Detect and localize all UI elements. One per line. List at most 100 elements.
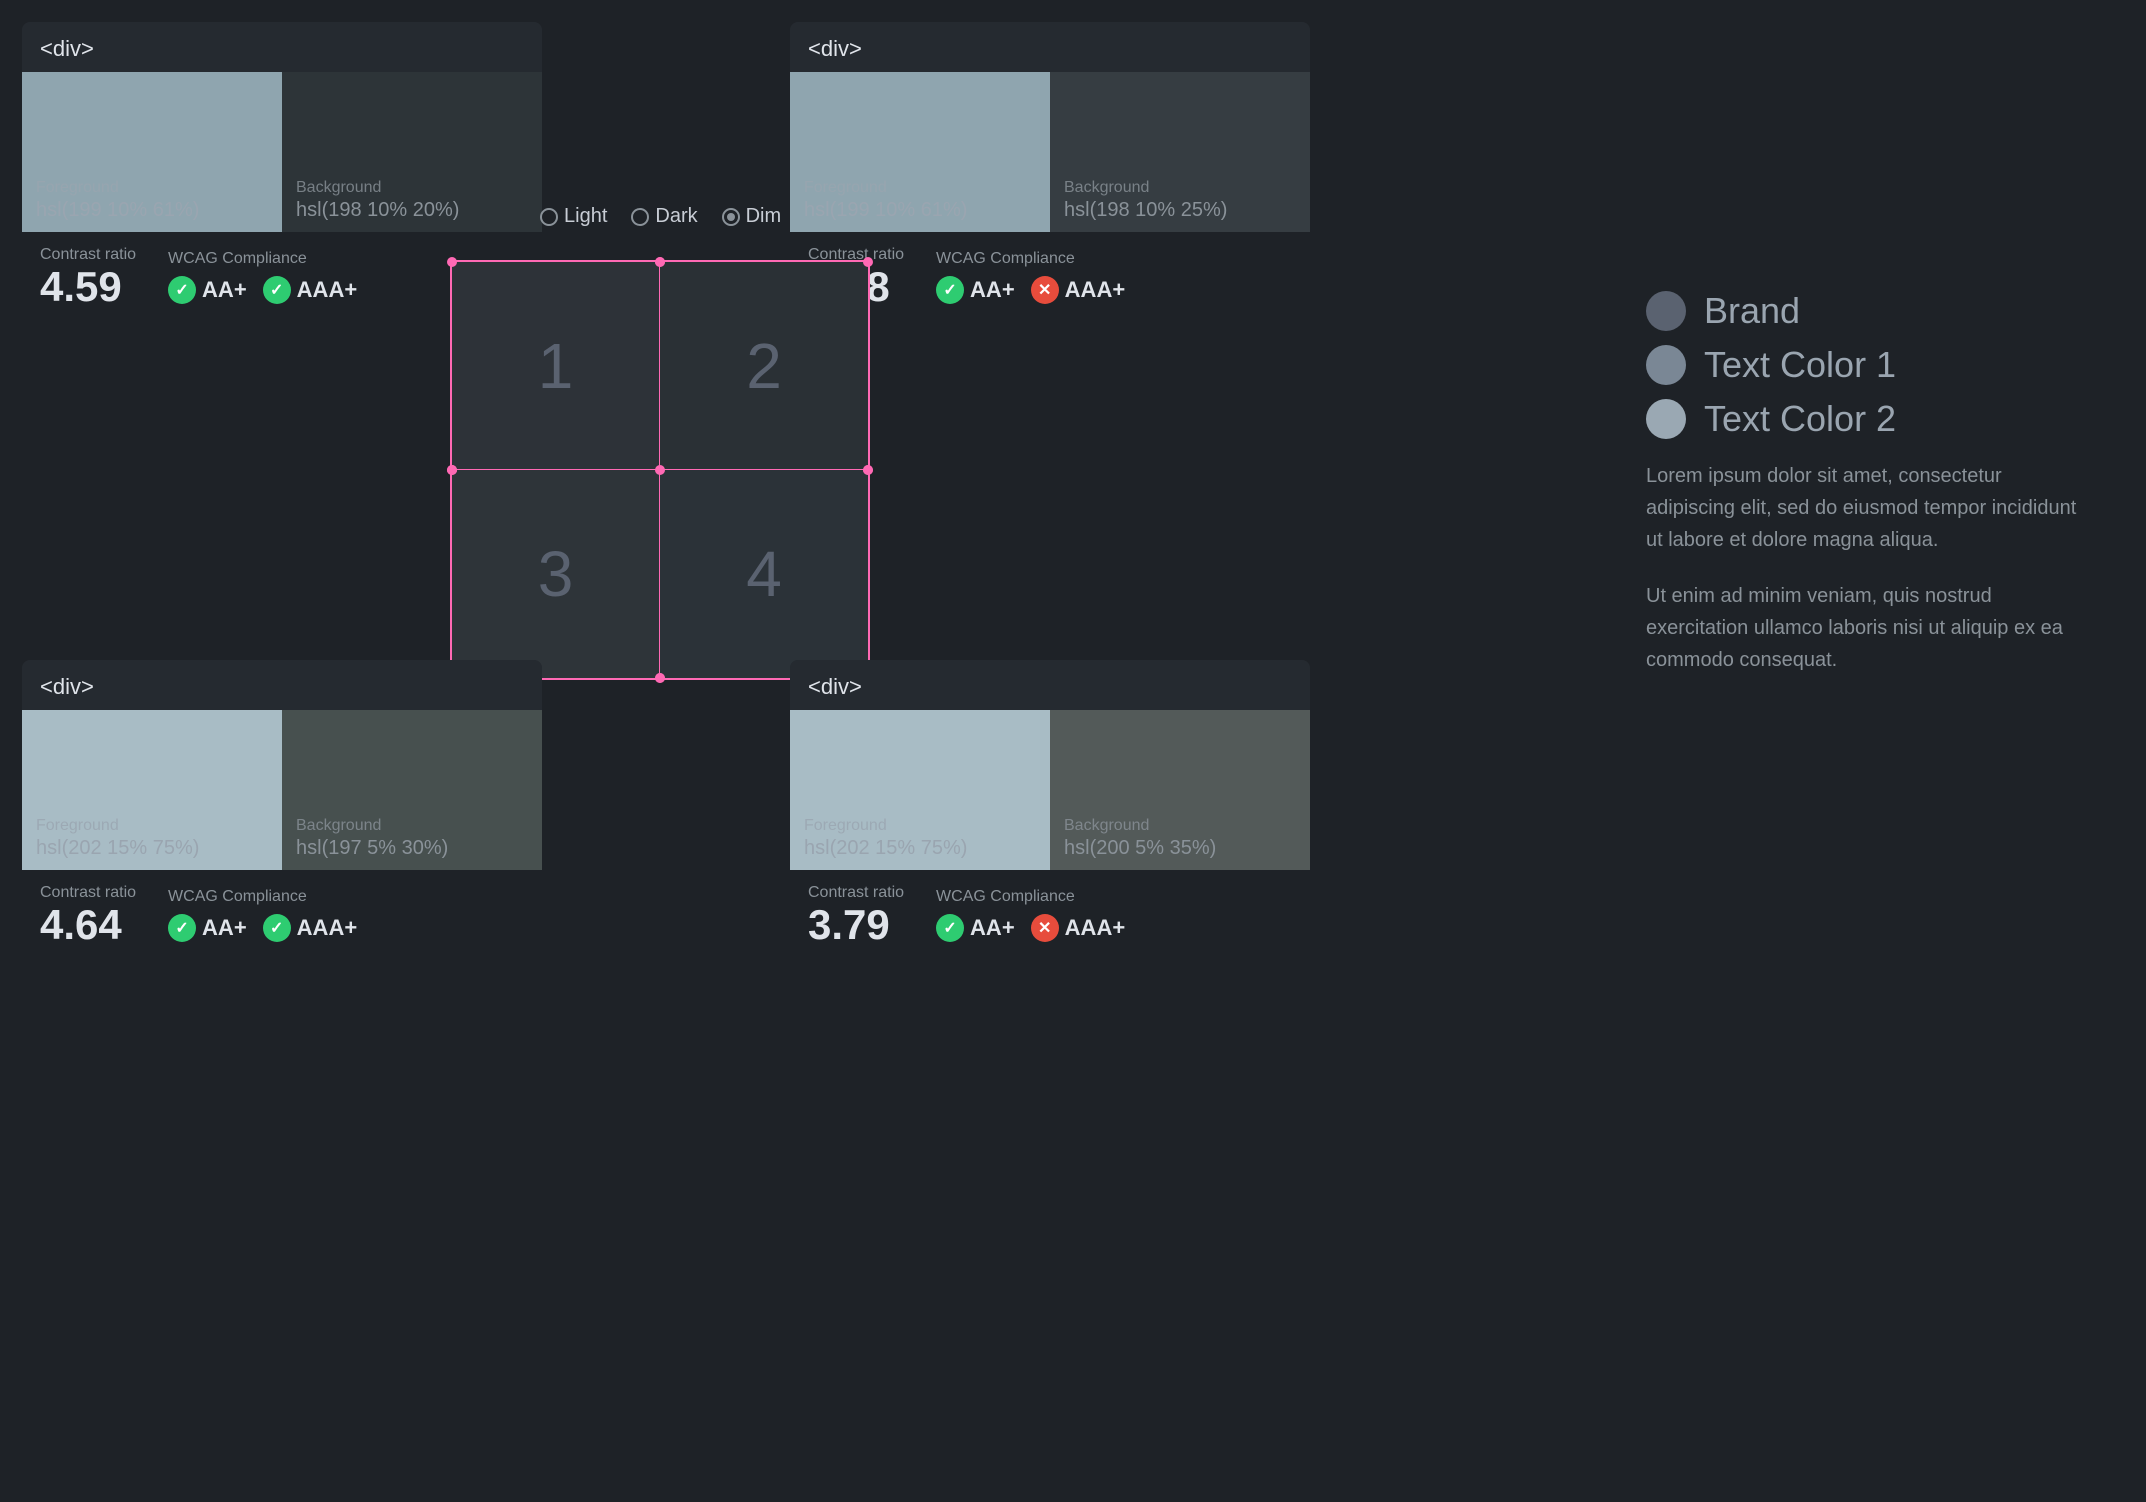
top-left-bg-swatch: Background hsl(198 10% 20%) — [282, 72, 542, 232]
top-right-tag: <div> — [790, 22, 1310, 72]
legend-text2: Text Color 2 — [1646, 398, 2086, 440]
bottom-right-fg-value: hsl(202 15% 75%) — [804, 837, 967, 860]
top-right-bg-value: hsl(198 10% 25%) — [1064, 199, 1227, 222]
grid-container: 1 2 3 4 — [450, 260, 870, 680]
top-right-badges: ✓ AA+ ✕ AAA+ — [936, 276, 1125, 304]
top-right-bg-swatch: Background hsl(198 10% 25%) — [1050, 72, 1310, 232]
bottom-left-card: <div> Foreground hsl(202 15% 75%) Backgr… — [22, 660, 542, 960]
bottom-right-contrast: Contrast ratio 3.79 — [808, 884, 904, 946]
text2-dot — [1646, 399, 1686, 439]
cell-1-label: 1 — [538, 329, 574, 403]
theme-dim-label: Dim — [746, 205, 782, 228]
handle-mid-top[interactable] — [655, 257, 665, 267]
text1-dot — [1646, 345, 1686, 385]
handle-left-mid[interactable] — [447, 465, 457, 475]
top-left-aaa-badge: ✓ AAA+ — [263, 276, 358, 304]
canvas-area: 1 2 3 4 — [450, 260, 870, 680]
bottom-right-aa-badge: ✓ AA+ — [936, 914, 1015, 942]
text1-label: Text Color 1 — [1704, 344, 1896, 386]
aa-pass-icon: ✓ — [168, 276, 196, 304]
bg-label-tr: Background — [1064, 179, 1227, 197]
grid-cell-2: 2 — [660, 262, 868, 470]
brand-dot — [1646, 291, 1686, 331]
top-right-aaa-badge: ✕ AAA+ — [1031, 276, 1126, 304]
fg-label-bl: Foreground — [36, 817, 199, 835]
bg-label-br: Background — [1064, 817, 1216, 835]
bottom-left-fg-value: hsl(202 15% 75%) — [36, 837, 199, 860]
handle-tl[interactable] — [447, 257, 457, 267]
grid-cell-1: 1 — [452, 262, 660, 470]
aa-pass-icon-bl: ✓ — [168, 914, 196, 942]
bg-label: Background — [296, 179, 459, 197]
aaa-fail-icon-br: ✕ — [1031, 914, 1059, 942]
top-left-tag: <div> — [22, 22, 542, 72]
top-left-bg-value: hsl(198 10% 20%) — [296, 199, 459, 222]
top-left-badges: ✓ AA+ ✓ AAA+ — [168, 276, 357, 304]
bottom-right-tag: <div> — [790, 660, 1310, 710]
bottom-left-tag: <div> — [22, 660, 542, 710]
bottom-left-ratio: 4.64 — [40, 904, 136, 946]
bottom-right-wcag: WCAG Compliance ✓ AA+ ✕ AAA+ — [936, 888, 1125, 942]
bg-label-bl: Background — [296, 817, 448, 835]
legend-brand: Brand — [1646, 290, 2086, 332]
top-left-swatches: Foreground hsl(199 10% 61%) Background h… — [22, 72, 542, 232]
theme-light-option[interactable]: Light — [540, 205, 607, 228]
bottom-right-ratio: 3.79 — [808, 904, 904, 946]
handle-center[interactable] — [655, 465, 665, 475]
body-text-area: Lorem ipsum dolor sit amet, consectetur … — [1646, 460, 2086, 676]
bottom-right-bg-swatch: Background hsl(200 5% 35%) — [1050, 710, 1310, 870]
bottom-left-bg-swatch: Background hsl(197 5% 30%) — [282, 710, 542, 870]
theme-selector: Light Dark Dim — [540, 205, 781, 228]
aaa-pass-icon-bl: ✓ — [263, 914, 291, 942]
body-paragraph-2: Ut enim ad minim veniam, quis nostrud ex… — [1646, 580, 2086, 676]
top-right-fg-value: hsl(199 10% 61%) — [804, 199, 967, 222]
aaa-fail-icon-tr: ✕ — [1031, 276, 1059, 304]
top-right-wcag: WCAG Compliance ✓ AA+ ✕ AAA+ — [936, 250, 1125, 304]
bottom-left-stats: Contrast ratio 4.64 WCAG Compliance ✓ AA… — [22, 870, 542, 960]
bottom-left-wcag: WCAG Compliance ✓ AA+ ✓ AAA+ — [168, 888, 357, 942]
top-right-swatches: Foreground hsl(199 10% 61%) Background h… — [790, 72, 1310, 232]
bottom-left-badges: ✓ AA+ ✓ AAA+ — [168, 914, 357, 942]
theme-dim-option[interactable]: Dim — [722, 205, 782, 228]
theme-light-label: Light — [564, 205, 607, 228]
bottom-left-aaa-badge: ✓ AAA+ — [263, 914, 358, 942]
theme-dark-option[interactable]: Dark — [631, 205, 697, 228]
bottom-right-card: <div> Foreground hsl(202 15% 75%) Backgr… — [790, 660, 1310, 960]
handle-right-mid[interactable] — [863, 465, 873, 475]
handle-mid-bottom[interactable] — [655, 673, 665, 683]
bottom-right-bg-value: hsl(200 5% 35%) — [1064, 837, 1216, 860]
bottom-left-aa-badge: ✓ AA+ — [168, 914, 247, 942]
fg-label: Foreground — [36, 179, 199, 197]
aa-pass-icon-tr: ✓ — [936, 276, 964, 304]
bottom-right-swatches: Foreground hsl(202 15% 75%) Background h… — [790, 710, 1310, 870]
grid-cell-4: 4 — [660, 470, 868, 678]
top-left-wcag: WCAG Compliance ✓ AA+ ✓ AAA+ — [168, 250, 357, 304]
bottom-left-bg-value: hsl(197 5% 30%) — [296, 837, 448, 860]
theme-dim-radio[interactable] — [722, 208, 740, 226]
top-left-contrast: Contrast ratio 4.59 — [40, 246, 136, 308]
theme-light-radio[interactable] — [540, 208, 558, 226]
cell-2-label: 2 — [746, 329, 782, 403]
theme-dark-label: Dark — [655, 205, 697, 228]
top-left-fg-swatch: Foreground hsl(199 10% 61%) — [22, 72, 282, 232]
top-left-ratio: 4.59 — [40, 266, 136, 308]
bottom-right-aaa-badge: ✕ AAA+ — [1031, 914, 1126, 942]
handle-tr[interactable] — [863, 257, 873, 267]
text2-label: Text Color 2 — [1704, 398, 1896, 440]
body-paragraph-1: Lorem ipsum dolor sit amet, consectetur … — [1646, 460, 2086, 556]
legend-text1: Text Color 1 — [1646, 344, 2086, 386]
bottom-right-stats: Contrast ratio 3.79 WCAG Compliance ✓ AA… — [790, 870, 1310, 960]
aa-pass-icon-br: ✓ — [936, 914, 964, 942]
bottom-right-badges: ✓ AA+ ✕ AAA+ — [936, 914, 1125, 942]
top-left-aa-badge: ✓ AA+ — [168, 276, 247, 304]
top-left-fg-value: hsl(199 10% 61%) — [36, 199, 199, 222]
cell-4-label: 4 — [746, 537, 782, 611]
cell-3-label: 3 — [538, 537, 574, 611]
grid-cell-3: 3 — [452, 470, 660, 678]
aaa-pass-icon: ✓ — [263, 276, 291, 304]
top-right-aa-badge: ✓ AA+ — [936, 276, 1015, 304]
bottom-left-contrast: Contrast ratio 4.64 — [40, 884, 136, 946]
brand-label: Brand — [1704, 290, 1800, 332]
top-right-fg-swatch: Foreground hsl(199 10% 61%) — [790, 72, 1050, 232]
theme-dark-radio[interactable] — [631, 208, 649, 226]
